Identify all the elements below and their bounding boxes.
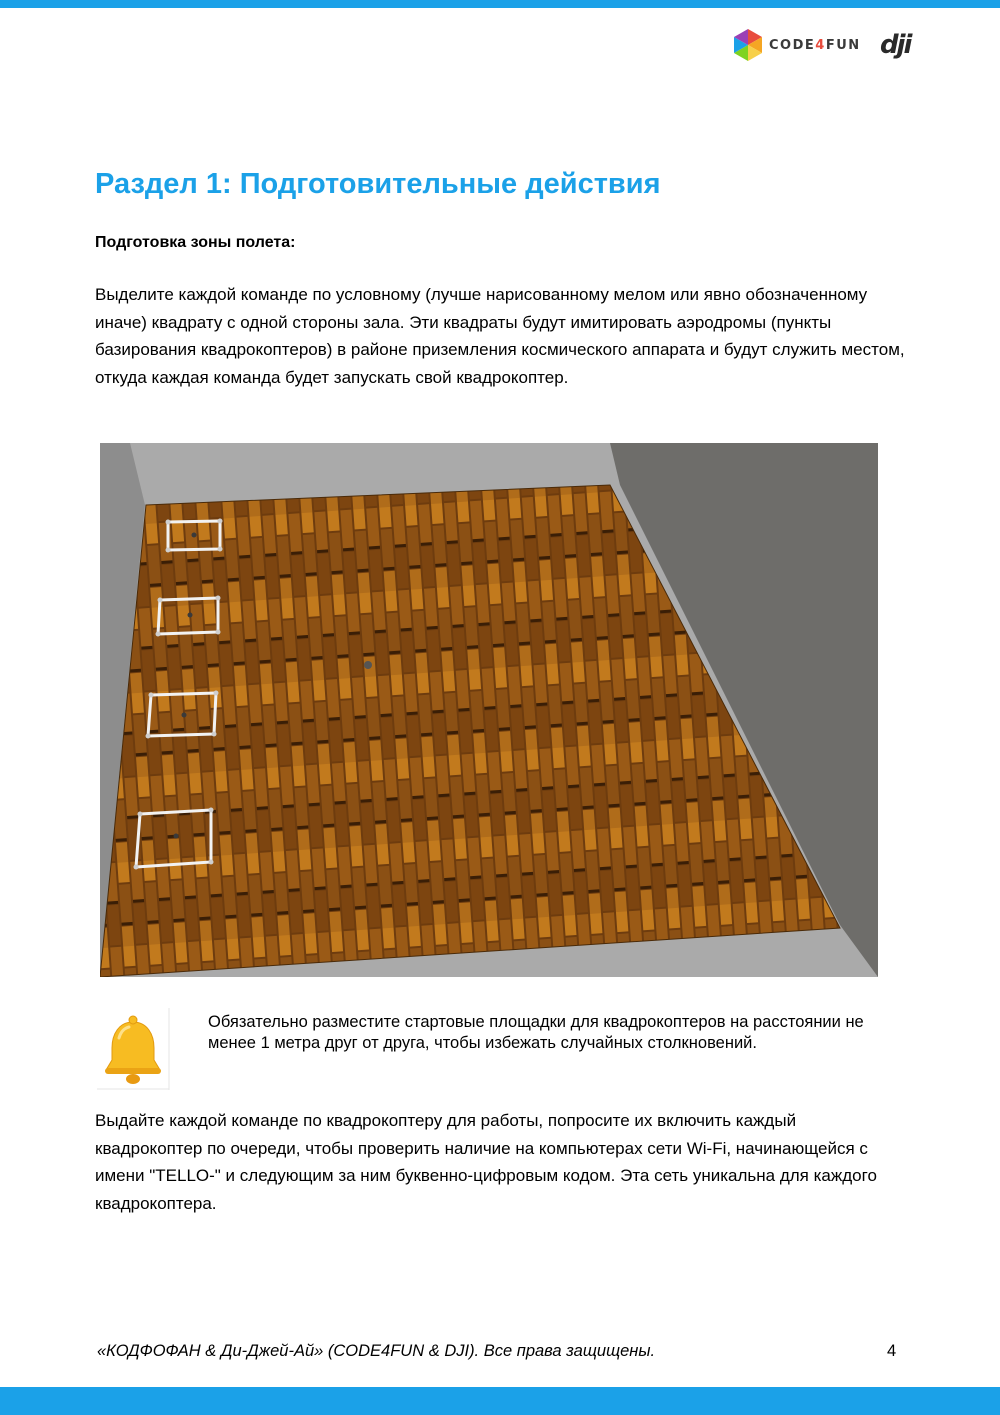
subheading: Подготовка зоны полета:	[95, 234, 296, 251]
footer-copyright: «КОДФОФАН & Ди-Джей-Ай» (CODE4FUN & DJI)…	[97, 1342, 656, 1360]
code4fun-logo: CODE4FUN	[733, 27, 861, 63]
warning-note: Обязательно разместите стартовые площадк…	[208, 1013, 864, 1052]
section-title: Раздел 1: Подготовительные действия	[95, 168, 661, 200]
bell-icon	[97, 1008, 170, 1090]
bottom-accent-bar	[0, 1387, 1000, 1415]
dji-logo: dji	[880, 30, 912, 60]
paragraph-flight-zone: Выделите каждой команде по условному (лу…	[95, 285, 905, 387]
page-number: 4	[887, 1342, 897, 1360]
code4fun-hexagon-icon	[734, 29, 762, 61]
floor-plan-image	[100, 443, 878, 977]
paragraph-wifi-check: Выдайте каждой команде по квадрокоптеру …	[95, 1111, 877, 1213]
top-accent-bar	[0, 0, 1000, 8]
code4fun-logo-text: CODE4FUN	[769, 37, 861, 53]
